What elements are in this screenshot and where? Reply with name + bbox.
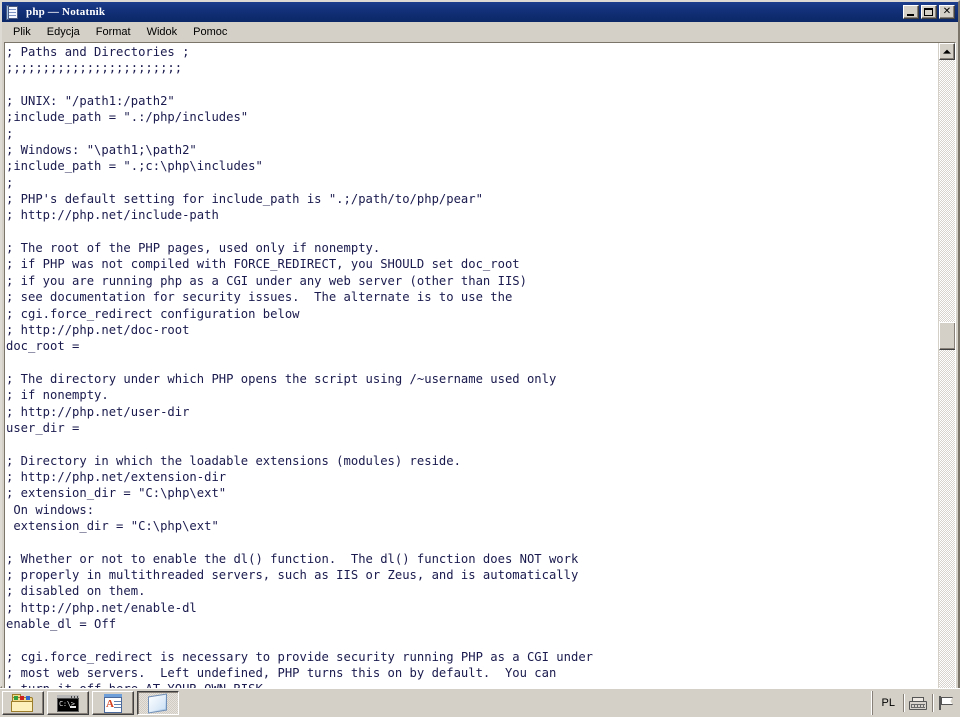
editor-line: ; UNIX: "/path1:/path2"	[6, 94, 175, 109]
editor-line: ; disabled on them.	[6, 584, 146, 599]
keyboard-icon[interactable]	[909, 696, 927, 710]
editor-line: ; The root of the PHP pages, used only i…	[6, 241, 381, 256]
window-controls: ✕	[903, 5, 956, 19]
editor-line: doc_root =	[6, 339, 80, 354]
editor-line: ; properly in multithreaded servers, suc…	[6, 568, 579, 582]
folder-icon	[11, 693, 35, 714]
system-tray: PL	[871, 691, 958, 715]
chevron-up-icon	[943, 49, 951, 54]
editor-line: ;	[6, 126, 14, 141]
command-prompt-icon: C:\>	[56, 693, 80, 714]
taskbar-button-notepad[interactable]	[137, 691, 179, 715]
editor-line: ;;;;;;;;;;;;;;;;;;;;;;;;	[6, 61, 183, 76]
minimize-button[interactable]	[903, 5, 919, 19]
scrollbar-track[interactable]	[939, 60, 955, 717]
editor-line: ; The directory under which PHP opens th…	[6, 371, 557, 386]
editor-line: ; PHP's default setting for include_path…	[6, 192, 483, 207]
editor-line: extension_dir = "C:\php\ext"	[6, 518, 219, 533]
language-indicator[interactable]: PL	[879, 697, 898, 709]
editor-line: ; if PHP was not compiled with FORCE_RED…	[6, 257, 520, 272]
menu-item-help[interactable]: Pomoc	[185, 24, 235, 41]
notepad-icon	[5, 4, 21, 20]
editor-line: ; cgi.force_redirect is necessary to pro…	[6, 649, 593, 664]
editor-line: ; most web servers. Left undefined, PHP …	[6, 666, 557, 681]
editor-line: ; if you are running php as a CGI under …	[6, 273, 527, 288]
maximize-button[interactable]	[921, 5, 937, 19]
menu-item-file[interactable]: Plik	[5, 24, 39, 41]
minimize-icon	[907, 14, 914, 16]
editor-line: ; http://php.net/enable-dl	[6, 600, 197, 615]
editor-line: On windows:	[6, 502, 95, 517]
menu-item-edit[interactable]: Edycja	[39, 24, 88, 41]
editor-line: ; Whether or not to enable the dl() func…	[6, 551, 579, 566]
close-button[interactable]: ✕	[939, 5, 955, 19]
taskbar-button-folder[interactable]	[2, 691, 44, 715]
tray-separator	[903, 694, 904, 712]
editor-line: ;include_path = ".:/php/includes"	[6, 110, 249, 125]
notepad-icon	[146, 692, 170, 714]
window-title: php — Notatnik	[26, 6, 106, 18]
editor-line: ; see documentation for security issues.…	[6, 290, 513, 305]
wordpad-document-icon: A	[101, 693, 125, 714]
editor-line: ; cgi.force_redirect configuration below	[6, 306, 300, 321]
scroll-up-button[interactable]	[939, 43, 955, 60]
editor-line: ; http://php.net/include-path	[6, 208, 219, 223]
editor-line: ; http://php.net/user-dir	[6, 404, 190, 419]
editor-line: ; http://php.net/doc-root	[6, 322, 190, 337]
editor-line: ;include_path = ".;c:\php\includes"	[6, 159, 263, 174]
taskbar: C:\> A PL	[0, 688, 960, 717]
menu-item-format[interactable]: Format	[88, 24, 139, 41]
editor-line: user_dir =	[6, 420, 80, 435]
maximize-icon	[924, 8, 933, 16]
window-client-area: ; Paths and Directories ;;;;;;;;;;;;;;;;…	[2, 42, 958, 717]
editor-line: ; Directory in which the loadable extens…	[6, 453, 461, 468]
text-editor[interactable]: ; Paths and Directories ;;;;;;;;;;;;;;;;…	[5, 43, 938, 717]
editor-line: ; Windows: "\path1;\path2"	[6, 143, 197, 158]
scrollbar-thumb[interactable]	[939, 322, 955, 350]
desktop-screen: php — Notatnik ✕ Plik Edycja Format Wido…	[0, 0, 960, 717]
taskbar-button-command-prompt[interactable]: C:\>	[47, 691, 89, 715]
flag-icon[interactable]	[938, 696, 954, 710]
notepad-window: php — Notatnik ✕ Plik Edycja Format Wido…	[0, 0, 960, 717]
editor-line: ; if nonempty.	[6, 388, 109, 403]
editor-line: ; http://php.net/extension-dir	[6, 469, 227, 484]
editor-line: ;	[6, 175, 14, 190]
tray-separator	[932, 694, 933, 712]
editor-line: ; Paths and Directories ;	[6, 45, 190, 59]
window-titlebar[interactable]: php — Notatnik ✕	[2, 2, 958, 22]
menu-bar: Plik Edycja Format Widok Pomoc	[2, 22, 958, 42]
editor-line: ; extension_dir = "C:\php\ext"	[6, 486, 227, 501]
vertical-scrollbar[interactable]	[938, 43, 955, 717]
editor-line: enable_dl = Off	[6, 617, 117, 632]
editor-frame: ; Paths and Directories ;;;;;;;;;;;;;;;;…	[4, 42, 956, 717]
close-icon: ✕	[942, 6, 952, 17]
menu-item-view[interactable]: Widok	[139, 24, 186, 41]
taskbar-button-document[interactable]: A	[92, 691, 134, 715]
